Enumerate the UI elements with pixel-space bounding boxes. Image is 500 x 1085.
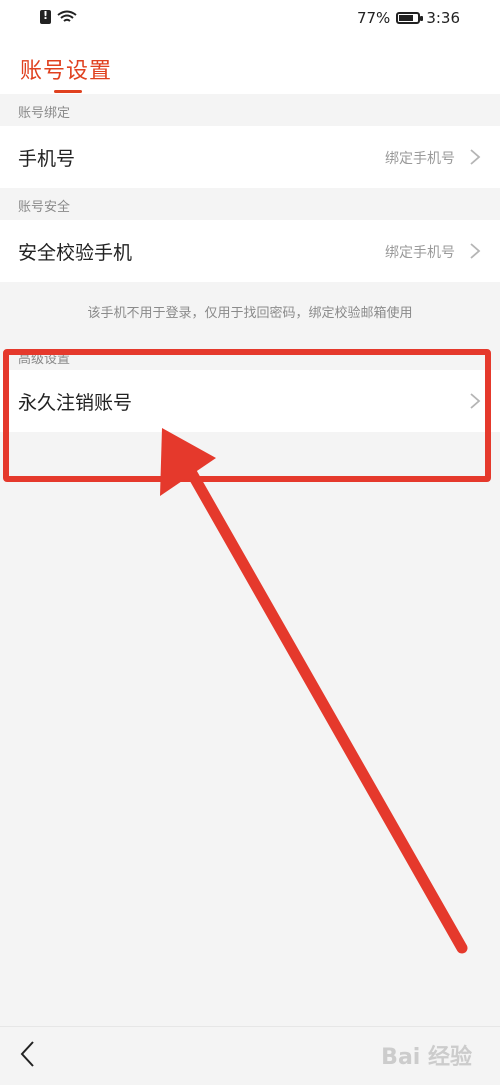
bottom-nav-bar: Bai 经验 [0,1026,500,1085]
row-value-security-phone: 绑定手机号 [385,245,455,261]
page-title: 账号设置 [20,59,113,84]
row-label-phone: 手机号 [18,148,76,170]
title-underline [54,90,82,93]
section-title-binding: 账号绑定 [18,106,71,121]
watermark: Bai 经验 [381,1045,472,1070]
status-icons-right: 77% 3:36 [357,9,460,27]
row-value-phone: 绑定手机号 [385,151,455,167]
battery-fill [399,15,414,21]
row-security-phone[interactable]: 安全校验手机 绑定手机号 [0,220,500,282]
section-title-security: 账号安全 [18,200,71,215]
page-header: 账号设置 [0,40,500,94]
wifi-icon [57,10,77,22]
battery-icon [396,12,424,24]
security-hint: 该手机不用于登录，仅用于找回密码，绑定校验邮箱使用 [87,306,413,321]
section-header-security: 账号安全 [0,188,500,220]
row-phone-number[interactable]: 手机号 绑定手机号 [0,126,500,188]
battery-percent: 77% [356,9,391,27]
status-icons-left [40,9,77,24]
clock: 3:36 [426,9,460,27]
chevron-right-icon [470,243,481,259]
annotation-highlight-box [3,349,491,482]
row-label-security-phone: 安全校验手机 [18,242,133,264]
back-icon[interactable] [16,1039,40,1069]
sim-alert-icon [40,9,51,24]
chevron-right-icon [470,149,481,165]
status-bar: 77% 3:36 [0,0,500,40]
section-header-binding: 账号绑定 [0,94,500,126]
